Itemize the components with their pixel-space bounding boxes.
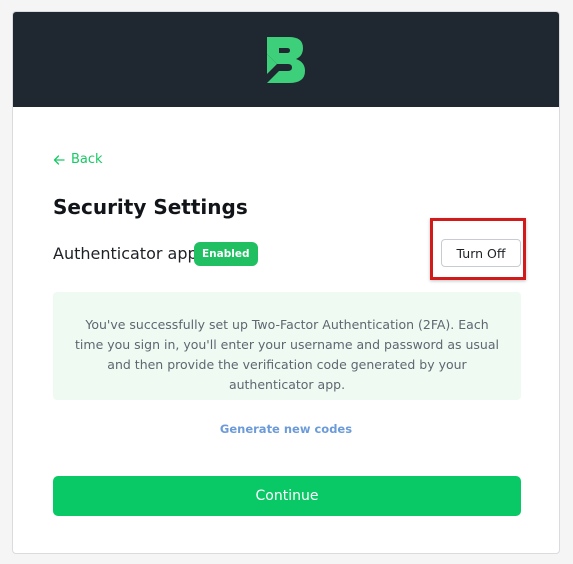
page-title: Security Settings (53, 195, 248, 219)
arrow-left-icon (53, 154, 65, 165)
generate-new-codes-link[interactable]: Generate new codes (13, 422, 559, 436)
continue-button[interactable]: Continue (53, 476, 521, 516)
back-link[interactable]: Back (53, 152, 103, 167)
header-bar (13, 12, 559, 107)
authenticator-app-label: Authenticator app (53, 244, 198, 263)
brand-logo-icon (267, 37, 305, 83)
info-message-text: You've successfully set up Two-Factor Au… (75, 317, 499, 392)
back-link-label: Back (71, 152, 103, 167)
info-message-box: You've successfully set up Two-Factor Au… (53, 292, 521, 400)
security-settings-card: Back Security Settings Authenticator app… (12, 11, 560, 554)
status-badge: Enabled (194, 242, 258, 266)
turn-off-button[interactable]: Turn Off (441, 239, 521, 267)
